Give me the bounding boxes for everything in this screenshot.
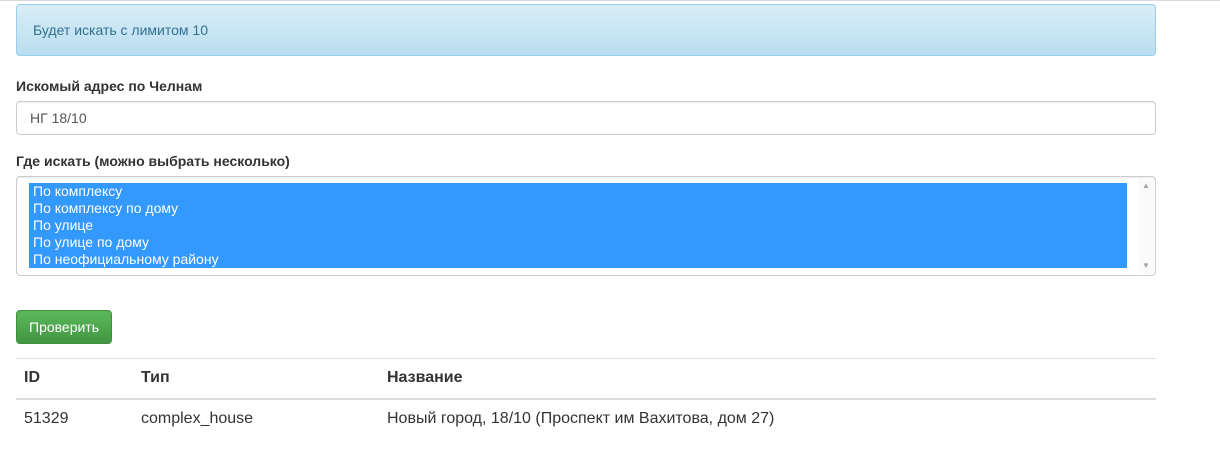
column-header-id: ID [24,369,40,387]
select-scrollbar[interactable]: ▲ ▼ [1138,178,1154,274]
scroll-down-icon[interactable]: ▼ [1138,258,1154,274]
option-street-house[interactable]: По улице по дому [29,234,1127,251]
column-header-name: Название [387,369,463,387]
top-divider [0,0,1220,1]
address-input[interactable] [16,101,1156,135]
option-unofficial-district[interactable]: По неофициальному району [29,251,1127,268]
results-table: ID Тип Название 51329 complex_house Новы… [16,358,1156,438]
table-row: 51329 complex_house Новый город, 18/10 (… [16,399,1156,438]
search-form: Будет искать с лимитом 10 Искомый адрес … [16,4,1156,427]
limit-info-alert: Будет искать с лимитом 10 [16,4,1156,56]
cell-id: 51329 [24,409,69,427]
column-header-type: Тип [141,369,170,387]
search-in-options: По комплексу По комплексу по дому По ули… [29,183,1127,268]
cell-name: Новый город, 18/10 (Проспект им Вахитова… [387,409,775,427]
search-in-multiselect[interactable]: По комплексу По комплексу по дому По ули… [16,176,1156,276]
search-in-label: Где искать (можно выбрать несколько) [16,153,290,169]
table-header-row: ID Тип Название [16,358,1156,399]
cell-type: complex_house [141,409,254,427]
option-complex-house[interactable]: По комплексу по дому [29,200,1127,217]
scroll-up-icon[interactable]: ▲ [1138,178,1154,194]
option-street[interactable]: По улице [29,217,1127,234]
address-label: Искомый адрес по Челнам [16,78,203,94]
check-button[interactable]: Проверить [16,310,113,344]
option-complex[interactable]: По комплексу [29,183,1127,200]
